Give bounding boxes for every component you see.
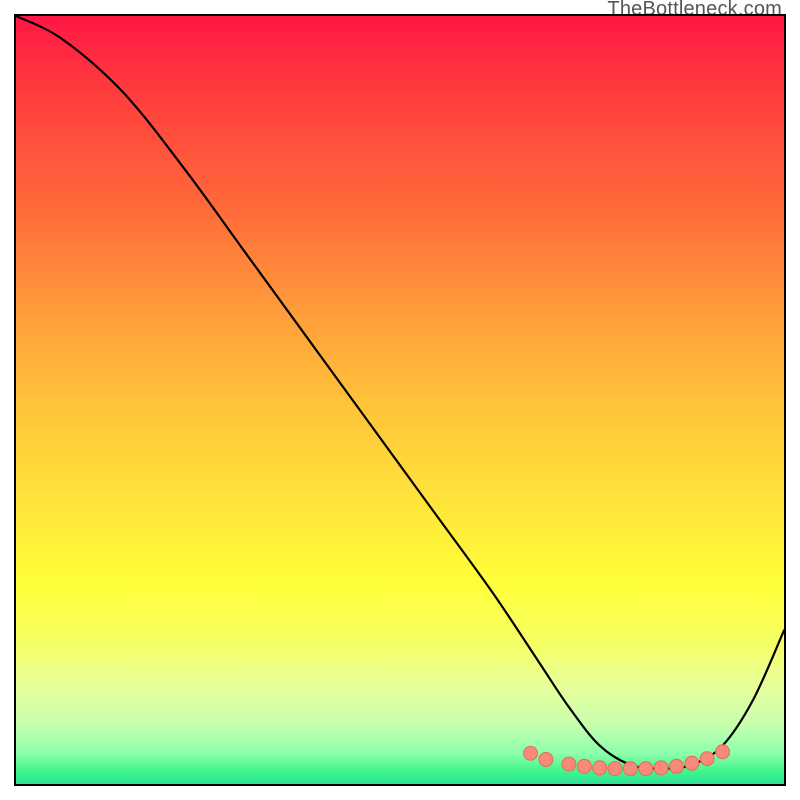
marker-point	[685, 756, 699, 770]
bottleneck-curve	[16, 16, 784, 769]
marker-point	[716, 745, 730, 759]
marker-point	[654, 761, 668, 775]
marker-point	[539, 752, 553, 766]
marker-point	[639, 762, 653, 776]
marker-point	[670, 759, 684, 773]
marker-point	[577, 759, 591, 773]
marker-point	[593, 761, 607, 775]
chart-svg	[16, 16, 784, 784]
marker-point	[700, 752, 714, 766]
marker-point	[608, 762, 622, 776]
chart-frame	[14, 14, 786, 786]
marker-point	[524, 746, 538, 760]
marker-point	[562, 757, 576, 771]
marker-point	[623, 762, 637, 776]
marker-group	[524, 745, 730, 776]
